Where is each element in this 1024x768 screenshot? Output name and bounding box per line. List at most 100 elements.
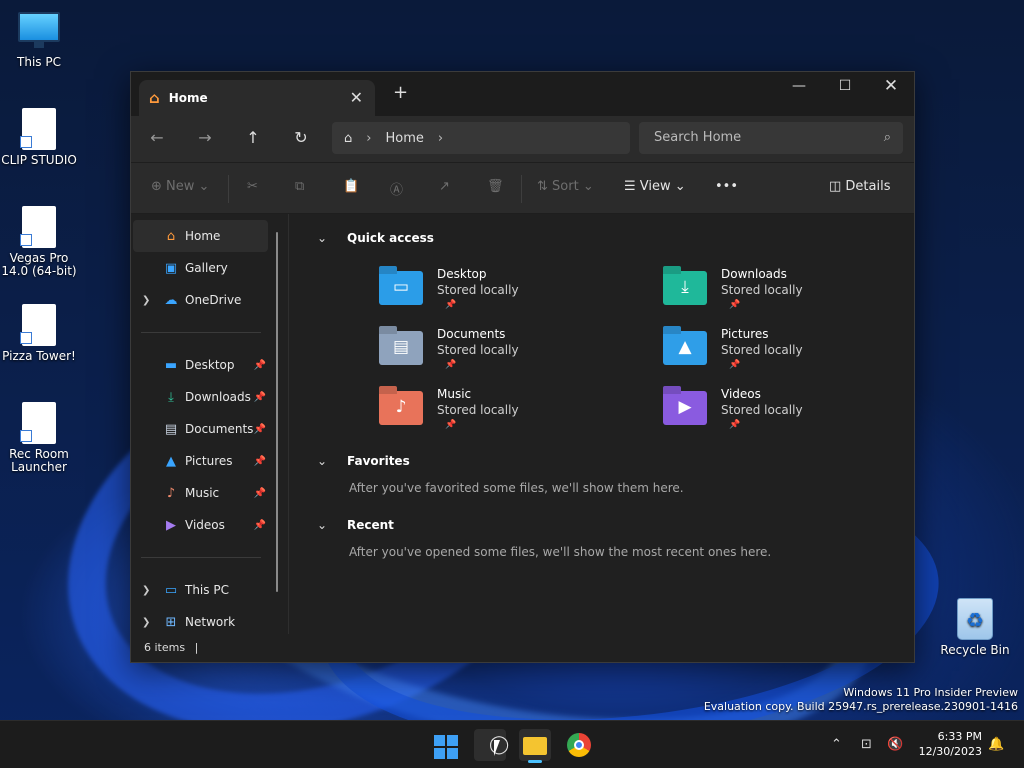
up-arrow-icon[interactable]: ↑ (243, 128, 263, 147)
recent-header[interactable]: ⌄ Recent (317, 518, 394, 532)
favorites-header[interactable]: ⌄ Favorites (317, 454, 410, 468)
sidebar-item-videos[interactable]: ▶ Videos 📌 (131, 509, 288, 541)
sidebar-item-this-pc[interactable]: ❯ ▭ This PC (131, 574, 288, 606)
sidebar-item-label: Desktop (185, 358, 235, 372)
network-icon[interactable]: ⊡ (861, 721, 872, 768)
view-label: View (639, 179, 671, 194)
chevron-up-icon[interactable]: ⌃ (831, 721, 842, 768)
sidebar-item-label: Videos (185, 518, 225, 532)
search-input[interactable]: Search Home ⌕ (639, 122, 903, 154)
quick-access-item-videos[interactable]: ▶ Videos Stored locally 📌 (663, 387, 883, 443)
navigation-bar: ← → ↑ ↻ ⌂ › Home › Search Home ⌕ (131, 116, 914, 162)
see-more-button[interactable]: ••• (715, 179, 738, 194)
taskbar-chrome-button[interactable] (563, 729, 595, 761)
sidebar-item-label: Pictures (185, 454, 233, 468)
desktop-icon-this-pc[interactable]: This PC (1, 12, 77, 69)
section-title: Recent (347, 518, 394, 532)
quick-access-item-downloads[interactable]: ⤓ Downloads Stored locally 📌 (663, 267, 883, 323)
item-name: Videos (721, 387, 761, 401)
notification-bell-icon[interactable]: 🔔 (988, 721, 1004, 768)
taskbar-file-explorer-button[interactable] (519, 729, 551, 763)
music-icon: ♪ (166, 485, 176, 501)
status-divider: | (194, 641, 199, 654)
explorer-body: ⌂ Home ▣ Gallery ❯ ☁ OneDrive ▬ Desktop … (131, 214, 914, 634)
close-window-button[interactable]: ✕ (868, 72, 914, 100)
quick-access-item-documents[interactable]: ▤ Documents Stored locally 📌 (379, 327, 599, 383)
close-tab-icon[interactable]: ✕ (350, 88, 363, 107)
desktop-icon-recycle-bin[interactable]: ♻ Recycle Bin (937, 598, 1013, 657)
quick-access-header[interactable]: ⌄ Quick access (317, 231, 434, 245)
recycle-bin-icon: ♻ (957, 598, 993, 640)
pin-icon: 📌 (253, 519, 266, 531)
shortcut-file-icon (20, 108, 56, 150)
chevron-down-icon: ⌄ (317, 518, 328, 532)
start-button[interactable] (430, 729, 462, 761)
cut-icon[interactable]: ✂ (247, 179, 258, 194)
details-label: Details (845, 179, 891, 194)
cloud-icon: ☁ (164, 292, 178, 308)
view-button[interactable]: ☰ View ⌄ (624, 179, 686, 194)
desktop-icon-label: CLIP STUDIO (1, 153, 77, 167)
desktop-icon-vegas-pro[interactable]: Vegas Pro 14.0 (64-bit) (1, 206, 77, 278)
item-status: Stored locally (437, 403, 519, 417)
sidebar-scrollbar[interactable] (276, 232, 278, 592)
address-bar[interactable]: ⌂ › Home › (332, 122, 630, 154)
delete-icon[interactable]: 🗑 (487, 179, 504, 194)
quick-access-item-music[interactable]: ♪ Music Stored locally 📌 (379, 387, 599, 443)
new-button[interactable]: ⊕ New ⌄ (151, 179, 209, 194)
minimize-button[interactable]: — (776, 72, 822, 100)
quick-access-item-desktop[interactable]: ▭ Desktop Stored locally 📌 (379, 267, 599, 323)
sidebar-item-gallery[interactable]: ▣ Gallery (131, 252, 288, 284)
search-icon: ⌕ (883, 130, 891, 145)
sort-button[interactable]: ⇅ Sort ⌄ (537, 179, 594, 194)
chevron-right-icon[interactable]: ❯ (142, 585, 150, 596)
sidebar-item-label: Documents (185, 422, 254, 436)
sidebar-item-onedrive[interactable]: ❯ ☁ OneDrive (131, 284, 288, 316)
sort-label: Sort (552, 179, 579, 194)
new-tab-button[interactable]: + (393, 82, 408, 103)
refresh-icon[interactable]: ↻ (291, 128, 311, 147)
music-folder-icon: ♪ (379, 391, 423, 425)
details-button[interactable]: ◫ Details (829, 179, 891, 194)
maximize-button[interactable]: ☐ (822, 72, 868, 100)
taskbar-search-button[interactable]: ◯ (474, 729, 509, 761)
item-status: Stored locally (437, 283, 519, 297)
quick-access-item-pictures[interactable]: ▲ Pictures Stored locally 📌 (663, 327, 883, 383)
chevron-down-icon: ⌄ (317, 231, 328, 245)
item-status: Stored locally (721, 343, 803, 357)
back-arrow-icon[interactable]: ← (147, 128, 167, 147)
breadcrumb-home[interactable]: Home (385, 131, 423, 146)
desktop-icon-clip-studio[interactable]: CLIP STUDIO (1, 108, 77, 167)
document-icon: ▤ (164, 421, 178, 437)
sidebar-item-label: Home (185, 229, 221, 243)
desktop-icon-label: This PC (17, 55, 61, 69)
pin-icon: 📌 (253, 391, 266, 403)
sidebar-item-pictures[interactable]: ▲ Pictures 📌 (131, 445, 288, 477)
sidebar-item-desktop[interactable]: ▬ Desktop 📌 (131, 349, 288, 381)
tab-home[interactable]: ⌂ Home ✕ (139, 80, 375, 116)
copy-icon[interactable]: ⧉ (295, 179, 304, 194)
forward-arrow-icon[interactable]: → (195, 128, 215, 147)
desktop-icon-label: Pizza Tower! (2, 349, 76, 363)
toolbar-divider (228, 175, 229, 203)
desktop-icon-pizza-tower[interactable]: Pizza Tower! (1, 304, 77, 363)
taskbar-clock[interactable]: 6:33 PM 12/30/2023 (919, 729, 982, 759)
chrome-icon (567, 733, 591, 757)
sidebar-item-home[interactable]: ⌂ Home (133, 220, 268, 252)
share-icon[interactable]: ↗ (439, 179, 450, 194)
chevron-right-icon[interactable]: › (438, 131, 443, 146)
desktop-icon-rec-room[interactable]: Rec Room Launcher (1, 402, 77, 474)
command-bar: ⊕ New ⌄ ✂ ⧉ 📋 Ⓐ ↗ 🗑 ⇅ Sort ⌄ ☰ View ⌄ ••… (131, 162, 914, 214)
sidebar-item-documents[interactable]: ▤ Documents 📌 (131, 413, 288, 445)
paste-icon[interactable]: 📋 (343, 179, 359, 194)
sidebar-item-music[interactable]: ♪ Music 📌 (131, 477, 288, 509)
download-icon: ⤓ (168, 389, 174, 405)
sidebar-item-label: Downloads (185, 390, 251, 404)
volume-muted-icon[interactable]: 🔇 (887, 721, 903, 768)
chevron-right-icon[interactable]: ❯ (142, 617, 150, 628)
picture-icon: ▲ (166, 453, 176, 469)
rename-icon[interactable]: Ⓐ (390, 179, 403, 198)
sidebar-item-downloads[interactable]: ⤓ Downloads 📌 (131, 381, 288, 413)
desktop-icon-label: Vegas Pro 14.0 (64-bit) (1, 251, 77, 278)
chevron-right-icon[interactable]: ❯ (142, 295, 150, 306)
